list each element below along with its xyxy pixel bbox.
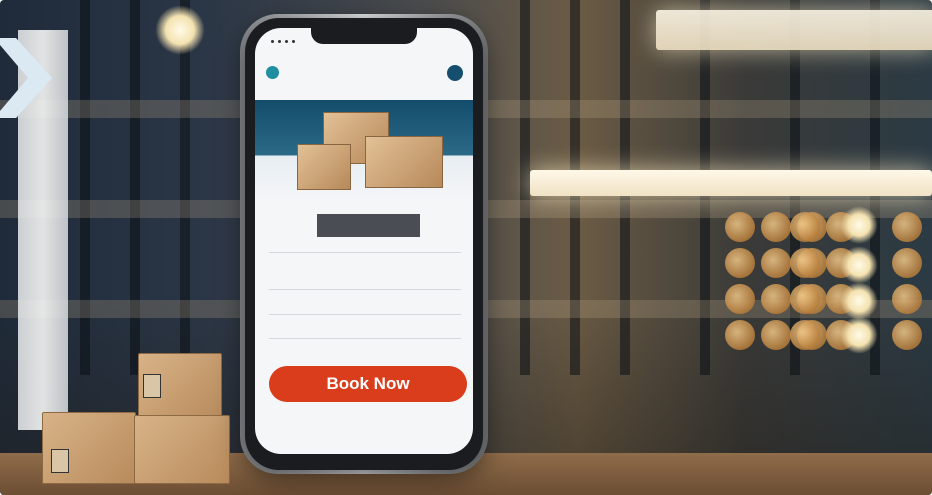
photo-scene: Book Now	[0, 0, 932, 495]
package-image	[297, 144, 351, 190]
barrel-stack	[892, 212, 922, 350]
book-now-button[interactable]: Book Now	[269, 366, 467, 402]
phone-notch	[311, 28, 417, 44]
divider	[269, 314, 461, 315]
shelf-column	[180, 0, 190, 375]
shelf-light-bar	[530, 170, 932, 196]
divider	[269, 338, 461, 339]
ceiling-lamp	[155, 5, 205, 55]
menu-icon[interactable]	[447, 65, 463, 81]
ceiling-light	[656, 10, 932, 50]
status-dots	[271, 40, 295, 43]
shelf-column	[130, 0, 140, 375]
divider	[269, 289, 461, 290]
chevron-right-icon	[0, 38, 52, 118]
round-light	[840, 282, 878, 320]
cardboard-box	[134, 415, 230, 484]
detail-row	[269, 275, 463, 285]
detail-row	[269, 300, 463, 310]
hero-image	[255, 100, 473, 200]
shelf-column	[520, 0, 530, 375]
round-light	[840, 316, 878, 354]
app-logo-icon[interactable]	[266, 66, 279, 79]
cardboard-box	[42, 412, 136, 484]
package-image	[365, 136, 443, 188]
phone-screen: Book Now	[255, 28, 473, 454]
round-light	[840, 246, 878, 284]
round-light	[840, 206, 878, 244]
shelf-column	[80, 0, 90, 375]
detail-row	[269, 323, 463, 333]
divider	[269, 252, 461, 253]
title-placeholder	[317, 214, 420, 237]
cardboard-box	[138, 353, 222, 419]
